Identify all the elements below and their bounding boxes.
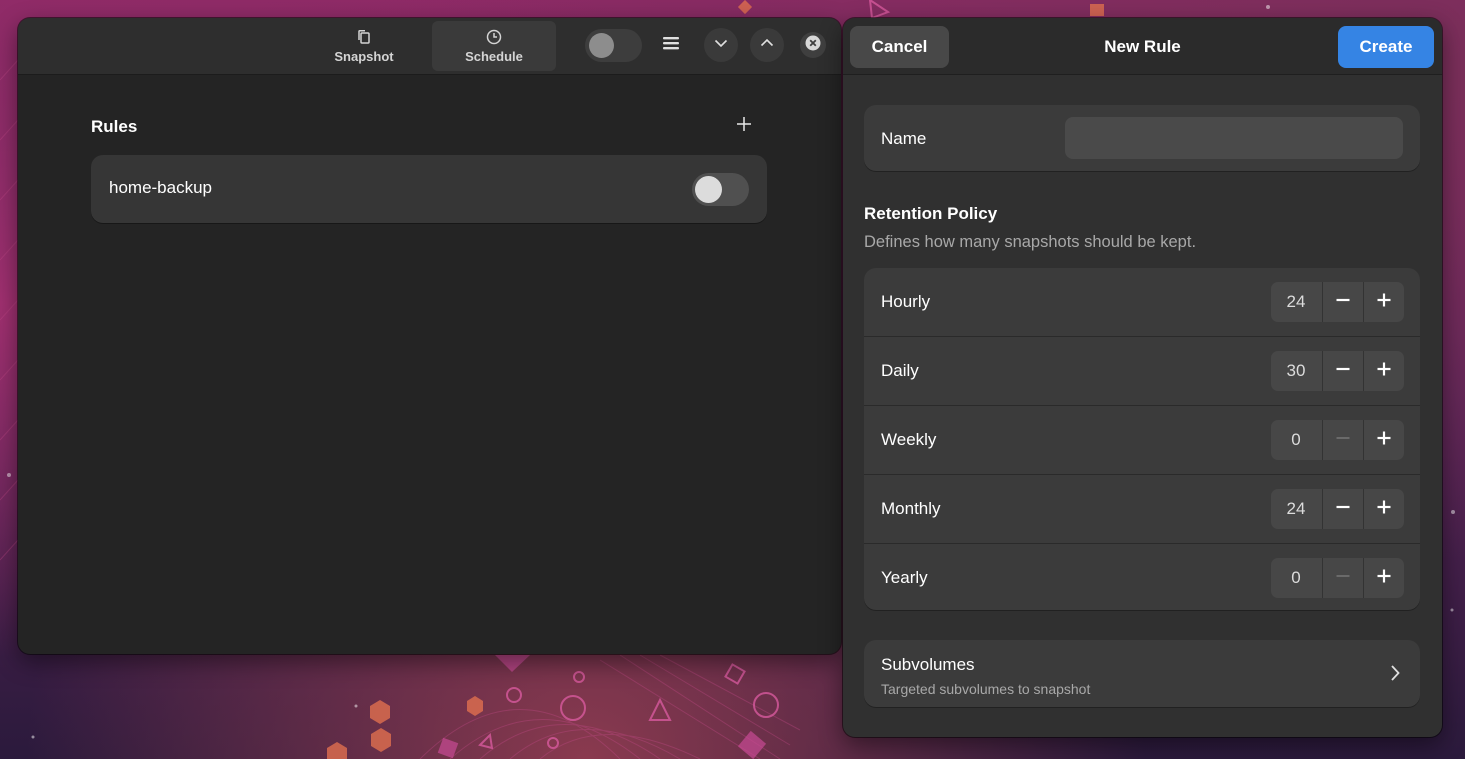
close-icon [805, 35, 821, 56]
clock-icon [486, 28, 502, 46]
name-field[interactable] [1065, 117, 1403, 159]
plus-icon [1377, 500, 1391, 519]
hamburger-menu-icon [662, 35, 680, 56]
dialog-headerbar: Cancel New Rule Create [843, 18, 1442, 75]
rules-heading: Rules [91, 117, 138, 136]
subvolumes-row[interactable]: Subvolumes Targeted subvolumes to snapsh… [864, 640, 1420, 707]
minus-icon [1336, 500, 1350, 519]
chevron-down-icon [713, 35, 729, 56]
stepper-value[interactable]: 0 [1271, 558, 1321, 598]
tab-schedule[interactable]: Schedule [432, 21, 556, 71]
increment-button[interactable] [1363, 282, 1404, 322]
toggle-knob [589, 33, 614, 58]
decrement-button[interactable] [1322, 351, 1363, 391]
retention-policy-description: Defines how many snapshots should be kep… [864, 233, 1197, 251]
daily-stepper: 30 [1271, 351, 1404, 391]
plus-icon [1377, 362, 1391, 381]
add-rule-button[interactable] [730, 112, 758, 140]
retention-label: Hourly [881, 292, 931, 311]
hourly-stepper: 24 [1271, 282, 1404, 322]
new-rule-dialog: Cancel New Rule Create Name Retention Po… [843, 18, 1442, 737]
tab-snapshot[interactable]: Snapshot [302, 21, 426, 71]
chevron-right-icon [1388, 664, 1402, 687]
main-headerbar: Snapshot Schedule [18, 18, 841, 75]
retention-label: Yearly [881, 568, 928, 587]
retention-row-yearly: Yearly 0 [864, 543, 1420, 612]
header-toggle-switch[interactable] [585, 29, 642, 62]
decrement-button[interactable] [1322, 489, 1363, 529]
retention-row-daily: Daily 30 [864, 336, 1420, 405]
rule-name: home-backup [109, 178, 213, 197]
minus-icon [1336, 431, 1350, 450]
retention-list: Hourly 24 Daily 30 Weekly 0 Monthly 24 Y… [864, 268, 1420, 610]
increment-button[interactable] [1363, 558, 1404, 598]
retention-row-weekly: Weekly 0 [864, 405, 1420, 474]
plus-icon [1377, 431, 1391, 450]
subvolumes-title: Subvolumes [881, 655, 975, 674]
retention-label: Daily [881, 361, 919, 380]
plus-icon [1377, 569, 1391, 588]
create-button[interactable]: Create [1338, 26, 1434, 68]
main-menu-button[interactable] [654, 28, 688, 62]
toggle-knob [695, 176, 722, 203]
retention-label: Monthly [881, 499, 941, 518]
tab-snapshot-label: Snapshot [334, 49, 394, 64]
retention-row-monthly: Monthly 24 [864, 474, 1420, 543]
minus-icon [1336, 362, 1350, 381]
tab-schedule-label: Schedule [465, 49, 523, 64]
subvolumes-description: Targeted subvolumes to snapshot [881, 681, 1091, 697]
increment-button[interactable] [1363, 351, 1404, 391]
retention-policy-heading: Retention Policy [864, 204, 998, 223]
rule-row[interactable]: home-backup [91, 155, 767, 223]
stepper-value[interactable]: 0 [1271, 420, 1321, 460]
minus-icon [1336, 293, 1350, 312]
rule-enable-switch[interactable] [692, 173, 749, 206]
decrement-button[interactable] [1322, 558, 1363, 598]
weekly-stepper: 0 [1271, 420, 1404, 460]
close-window-button[interactable] [800, 32, 826, 58]
plus-icon [1377, 293, 1391, 312]
decrement-button[interactable] [1322, 420, 1363, 460]
stepper-value[interactable]: 24 [1271, 489, 1321, 529]
stepper-value[interactable]: 30 [1271, 351, 1321, 391]
yearly-stepper: 0 [1271, 558, 1404, 598]
increment-button[interactable] [1363, 420, 1404, 460]
chevron-up-icon [759, 35, 775, 56]
minimize-button[interactable] [704, 28, 738, 62]
minus-icon [1336, 569, 1350, 588]
decrement-button[interactable] [1322, 282, 1363, 322]
maximize-button[interactable] [750, 28, 784, 62]
increment-button[interactable] [1363, 489, 1404, 529]
main-window: Snapshot Schedule Rules home-backup [18, 18, 841, 654]
retention-label: Weekly [881, 430, 937, 449]
plus-icon [736, 116, 752, 137]
stepper-value[interactable]: 24 [1271, 282, 1321, 322]
name-row: Name [864, 105, 1420, 171]
name-label: Name [881, 129, 927, 148]
snapshot-icon [356, 28, 372, 46]
retention-row-hourly: Hourly 24 [864, 268, 1420, 336]
monthly-stepper: 24 [1271, 489, 1404, 529]
